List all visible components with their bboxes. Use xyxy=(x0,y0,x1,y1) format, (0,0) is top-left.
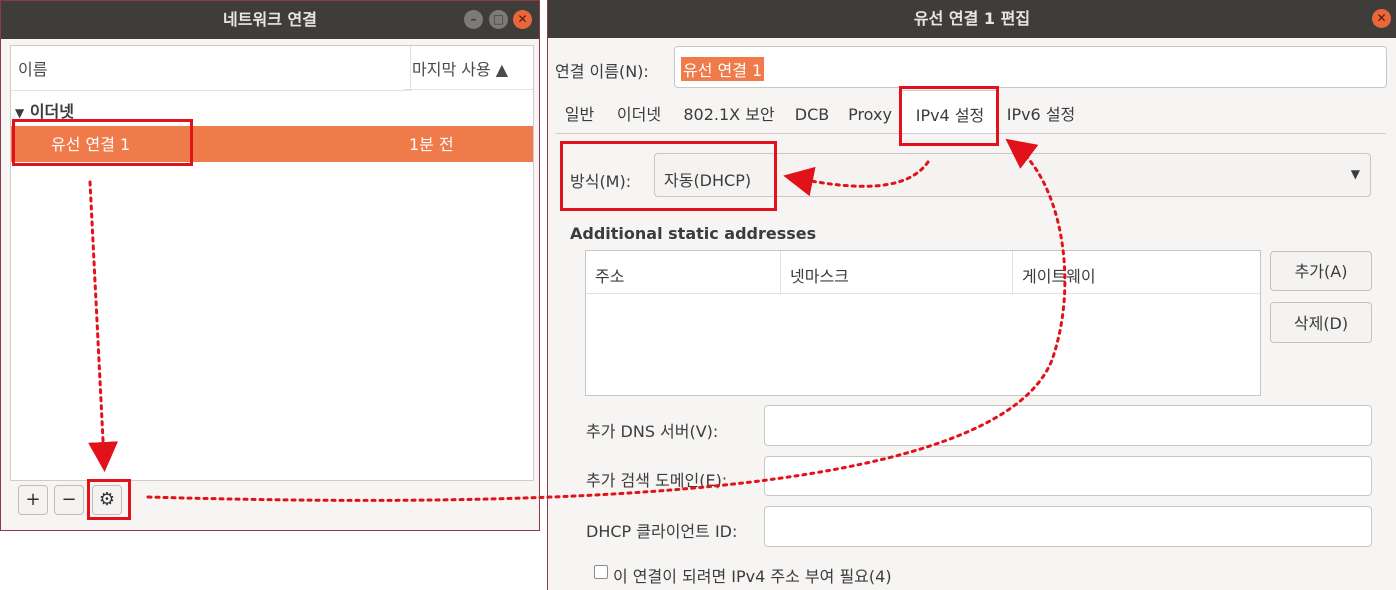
require-ipv4-checkbox[interactable] xyxy=(594,565,608,579)
column-header-last-used[interactable]: 마지막 사용 ▲ xyxy=(404,46,533,90)
search-domain-field[interactable] xyxy=(764,456,1372,496)
annotation-box-method xyxy=(560,141,777,211)
annotation-box-settings xyxy=(87,479,131,520)
connection-name-label: 연결 이름(N): xyxy=(555,62,649,81)
tab-8021x-security[interactable]: 802.1X 보안 xyxy=(675,90,783,134)
connection-name-field[interactable]: 유선 연결 1 xyxy=(674,46,1387,88)
dns-server-field[interactable] xyxy=(764,405,1372,446)
dropdown-arrow-icon: ▼ xyxy=(1350,167,1360,181)
column-header-gateway[interactable]: 게이트웨이 xyxy=(1022,263,1096,287)
tab-ipv6-settings[interactable]: IPv6 설정 xyxy=(1001,90,1081,134)
add-address-button[interactable]: 추가(A) xyxy=(1270,251,1372,291)
annotation-box-connection xyxy=(12,119,193,166)
tab-general[interactable]: 일반 xyxy=(556,90,603,134)
close-icon[interactable]: ✕ xyxy=(513,10,532,29)
address-table-header: 주소 넷마스크 게이트웨이 xyxy=(586,251,1260,294)
connection-last-used: 1분 전 xyxy=(409,135,454,154)
column-divider xyxy=(1012,251,1013,293)
address-table[interactable]: 주소 넷마스크 게이트웨이 xyxy=(585,250,1261,396)
minimize-icon[interactable]: – xyxy=(464,10,483,29)
tab-proxy[interactable]: Proxy xyxy=(841,90,899,134)
column-header-name[interactable]: 이름 xyxy=(11,46,411,91)
tab-ethernet[interactable]: 이더넷 xyxy=(605,90,673,134)
window-title: 유선 연결 1 편집 xyxy=(548,0,1396,38)
connection-name-value: 유선 연결 1 xyxy=(681,57,765,81)
column-header-address[interactable]: 주소 xyxy=(595,263,624,287)
expander-down-icon: ▼ xyxy=(15,106,25,120)
annotation-box-ipv4-tab xyxy=(899,86,999,146)
search-domain-label: 추가 검색 도메인(E): xyxy=(586,471,728,490)
dhcp-client-id-field[interactable] xyxy=(764,506,1372,547)
dns-server-label: 추가 DNS 서버(V): xyxy=(586,422,719,441)
additional-static-addresses-heading: Additional static addresses xyxy=(570,224,817,243)
remove-connection-button[interactable]: − xyxy=(54,485,84,515)
column-divider xyxy=(780,251,781,293)
close-icon[interactable]: ✕ xyxy=(1372,9,1391,28)
delete-address-button[interactable]: 삭제(D) xyxy=(1270,302,1372,343)
add-connection-button[interactable]: + xyxy=(18,485,48,515)
dhcp-client-id-label: DHCP 클라이언트 ID: xyxy=(586,522,738,541)
column-header-netmask[interactable]: 넷마스크 xyxy=(790,263,849,287)
maximize-icon[interactable]: □ xyxy=(489,10,508,29)
tab-dcb[interactable]: DCB xyxy=(785,90,839,134)
require-ipv4-label: 이 연결이 되려면 IPv4 주소 부여 필요(4) xyxy=(613,567,892,586)
window-title: 네트워크 연결 xyxy=(1,1,539,39)
connection-list[interactable]: 이름 마지막 사용 ▲ ▼ 이더넷 유선 연결 1 1분 전 xyxy=(10,45,534,481)
network-connections-window: 네트워크 연결 – □ ✕ 이름 마지막 사용 ▲ ▼ 이더넷 유선 연결 1 … xyxy=(0,0,540,531)
